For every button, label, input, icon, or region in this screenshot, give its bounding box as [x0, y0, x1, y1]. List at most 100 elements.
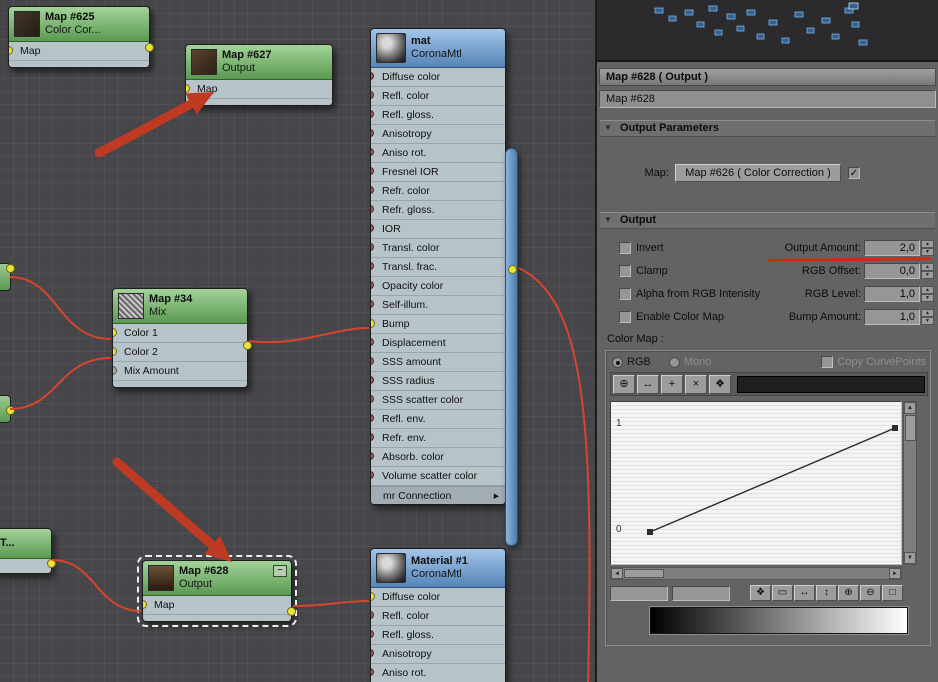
slot-sss-amount[interactable]: SSS amount [371, 353, 505, 372]
material-name-field[interactable]: Map #628 [599, 90, 936, 108]
slot-transl-color[interactable]: Transl. color [371, 239, 505, 258]
input-socket[interactable] [186, 84, 190, 93]
node-partial-left-1[interactable] [0, 263, 15, 291]
rollout-output-parameters[interactable]: ▼ Output Parameters [600, 120, 935, 137]
slot-displacement[interactable]: Displacement [371, 334, 505, 353]
slot-map[interactable]: Map [9, 42, 149, 61]
slot-aniso-rot[interactable]: Aniso rot. [371, 144, 505, 163]
scrollbar-thumb[interactable] [624, 569, 664, 578]
output-socket[interactable] [145, 43, 154, 52]
slot-volume-scatter-color[interactable]: Volume scatter color [371, 467, 505, 486]
curve-editor-area[interactable]: 1 0 [610, 401, 902, 565]
slot-absorb-color[interactable]: Absorb. color [371, 448, 505, 467]
output-socket[interactable] [6, 264, 15, 273]
map-enable-checkbox[interactable]: ✓ [848, 167, 860, 179]
zoom-out-button[interactable]: ⊖ [860, 585, 881, 601]
slot-refl-env[interactable]: Refl. env. [371, 410, 505, 429]
input-socket[interactable] [371, 186, 374, 194]
node-minimize-button[interactable]: − [273, 565, 287, 577]
slot-sss-scatter-color[interactable]: SSS scatter color [371, 391, 505, 410]
copy-curvepoints-checkbox[interactable] [821, 356, 834, 368]
input-socket[interactable] [371, 148, 374, 156]
navigator-thumbnail[interactable] [597, 0, 938, 62]
output-socket[interactable] [508, 265, 517, 274]
output-socket[interactable] [287, 607, 296, 616]
node-map34[interactable]: Map #34 Mix Color 1 Color 2 Mix Amount [112, 288, 252, 388]
input-socket[interactable] [371, 592, 375, 601]
input-socket[interactable] [371, 205, 374, 213]
input-socket[interactable] [371, 452, 374, 460]
delete-point-button[interactable]: × [685, 374, 707, 394]
spinner-output-amount[interactable]: 2,0 [864, 239, 920, 256]
slot-aniso-rot[interactable]: Aniso rot. [371, 664, 505, 682]
slot-map[interactable]: Map [143, 596, 291, 615]
scroll-right-icon[interactable]: ► [889, 568, 901, 579]
spinner-arrows[interactable]: ▲ ▼ [921, 308, 934, 325]
add-point-button[interactable]: + [661, 374, 683, 394]
slot-refr-gloss[interactable]: Refr. gloss. [371, 201, 505, 220]
node-map625[interactable]: Map #625 Color Cor... Map [8, 6, 154, 68]
checkbox-invert[interactable] [619, 241, 631, 254]
node-map627[interactable]: Map #627 Output Map [185, 44, 333, 106]
slot-refr-env[interactable]: Refr. env. [371, 429, 505, 448]
scroll-down-icon[interactable]: ▼ [904, 552, 916, 564]
input-socket[interactable] [371, 611, 374, 619]
node-map628[interactable]: Map #628 Output − Map [137, 555, 297, 627]
slot-refl-color[interactable]: Refl. color [371, 607, 505, 626]
input-socket[interactable] [371, 262, 374, 270]
slot-anisotropy[interactable]: Anisotropy [371, 645, 505, 664]
input-socket[interactable] [371, 357, 374, 365]
curve-horizontal-scrollbar[interactable]: ◄ ► [610, 567, 902, 580]
node-mat[interactable]: mat CoronaMtl Diffuse color Refl. color Refl… [370, 28, 506, 505]
node-view-canvas[interactable]: T... Map #625 Color Cor... Map Map #627 Outp… [0, 0, 597, 682]
slot-bump[interactable]: Bump [371, 315, 505, 334]
input-socket[interactable] [371, 414, 374, 422]
slot-diffuse-color[interactable]: Diffuse color [371, 588, 505, 607]
node-partial-left-2[interactable] [0, 395, 15, 423]
slot-sss-radius[interactable]: SSS radius [371, 372, 505, 391]
input-socket[interactable] [9, 46, 13, 55]
slot-refl-gloss[interactable]: Refl. gloss. [371, 626, 505, 645]
slot-refr-color[interactable]: Refr. color [371, 182, 505, 201]
mono-radio[interactable] [668, 356, 680, 368]
input-socket[interactable] [371, 668, 374, 676]
zoom-region-button[interactable]: ▭ [772, 585, 793, 601]
input-socket[interactable] [371, 338, 374, 346]
scroll-left-icon[interactable]: ◄ [611, 568, 623, 579]
rgb-radio[interactable] [612, 356, 623, 368]
rollout-output[interactable]: ▼ Output [600, 212, 935, 229]
zoom-vertical-button[interactable]: ↕ [816, 585, 837, 601]
zoom-horizontal-button[interactable]: ↔ [794, 585, 815, 601]
input-socket[interactable] [113, 366, 117, 375]
output-socket[interactable] [243, 341, 252, 350]
input-socket[interactable] [371, 224, 374, 232]
input-socket[interactable] [371, 376, 374, 384]
move-point-button[interactable]: ⊕ [613, 374, 635, 394]
input-socket[interactable] [143, 600, 147, 609]
input-socket[interactable] [371, 395, 374, 403]
curve-x-value-field[interactable] [610, 585, 668, 601]
input-socket[interactable] [371, 91, 374, 99]
input-socket[interactable] [371, 129, 374, 137]
mat-output-connector-bar[interactable] [505, 148, 518, 546]
slot-map[interactable]: Map [186, 80, 332, 99]
input-socket[interactable] [371, 630, 374, 638]
input-socket[interactable] [371, 167, 374, 175]
slot-diffuse-color[interactable]: Diffuse color [371, 68, 505, 87]
input-socket[interactable] [371, 243, 374, 251]
slot-mix-amount[interactable]: Mix Amount [113, 362, 247, 381]
checkbox-enable-color-map[interactable] [619, 310, 631, 323]
curve-vertical-scrollbar[interactable]: ▲ ▼ [903, 401, 917, 565]
input-socket[interactable] [371, 300, 374, 308]
slot-color-2[interactable]: Color 2 [113, 343, 247, 362]
slot-self-illum[interactable]: Self-illum. [371, 296, 505, 315]
input-socket[interactable] [113, 328, 117, 337]
input-socket[interactable] [371, 433, 374, 441]
curve-y-value-field[interactable] [672, 585, 730, 601]
scale-point-button[interactable]: ↔ [637, 374, 659, 394]
slot-opacity-color[interactable]: Opacity color [371, 277, 505, 296]
scroll-up-icon[interactable]: ▲ [904, 402, 916, 414]
spinner-arrows[interactable]: ▲ ▼ [921, 285, 934, 302]
slot-color-1[interactable]: Color 1 [113, 324, 247, 343]
input-socket[interactable] [371, 110, 374, 118]
